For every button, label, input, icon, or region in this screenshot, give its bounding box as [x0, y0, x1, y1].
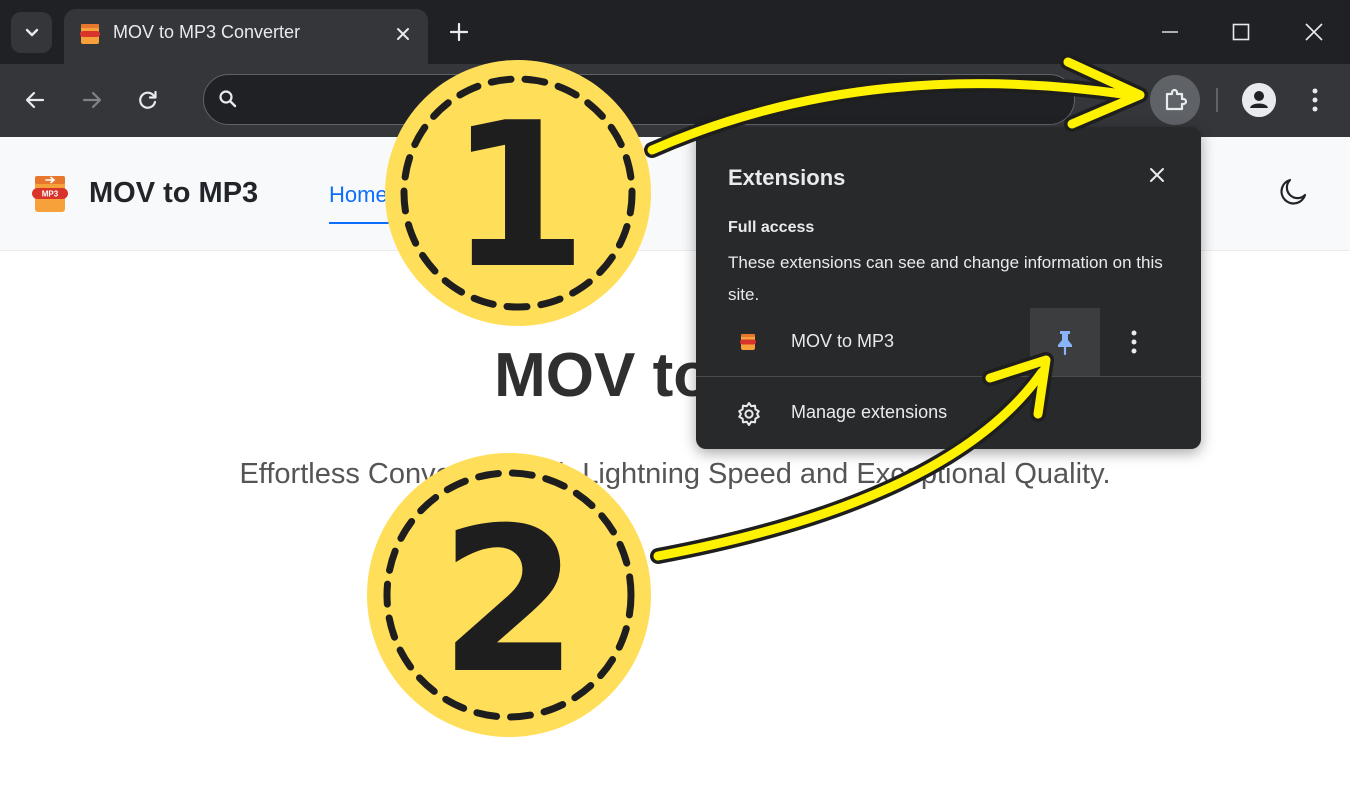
extension-item-menu-button[interactable]: [1120, 325, 1148, 359]
reload-icon: [139, 90, 157, 109]
tab-search-button[interactable]: [11, 12, 52, 53]
search-icon: [219, 90, 237, 108]
profile-icon: [1242, 83, 1276, 117]
full-access-heading: Full access: [728, 219, 815, 236]
close-icon: [1150, 168, 1164, 182]
plus-icon: [450, 23, 468, 41]
tab-title: MOV to MP3 Converter: [113, 22, 301, 42]
extensions-button[interactable]: [1150, 75, 1200, 125]
close-window-icon: [1305, 23, 1323, 41]
hero-subtitle: Effortless Conversion with Lightning Spe…: [239, 458, 1111, 490]
svg-text:MP3: MP3: [42, 190, 59, 199]
gear-icon: [738, 402, 760, 426]
mp3-logo-icon: MP3: [32, 176, 68, 212]
reload-button[interactable]: [128, 80, 168, 120]
close-window-button[interactable]: [1296, 14, 1332, 50]
back-arrow-icon: [25, 91, 45, 109]
step-2-badge: 2: [367, 453, 651, 737]
new-tab-button[interactable]: [444, 17, 474, 47]
toolbar-separator: [1216, 88, 1218, 112]
extensions-popup: Extensions Full access These extensions …: [696, 127, 1201, 449]
full-access-description: These extensions can see and change info…: [728, 253, 1163, 304]
close-icon: [397, 28, 409, 40]
kebab-menu-icon: [1131, 330, 1137, 354]
manage-extensions-item[interactable]: Manage extensions: [696, 377, 1201, 449]
theme-toggle-button[interactable]: [1276, 175, 1310, 209]
address-input[interactable]: [250, 84, 1054, 118]
tab-search-icon: [25, 28, 38, 36]
mp3-logo-icon: [80, 24, 100, 44]
tab-strip: MOV to MP3 Converter: [0, 0, 1350, 64]
maximize-icon: [1232, 23, 1250, 41]
address-bar[interactable]: [203, 74, 1075, 125]
profile-button[interactable]: [1242, 83, 1276, 117]
pin-icon: [1058, 331, 1072, 355]
tab-close-button[interactable]: [390, 21, 416, 47]
forward-button[interactable]: [72, 80, 112, 120]
moon-icon: [1280, 178, 1307, 205]
kebab-menu-icon: [1312, 88, 1318, 112]
extension-name: MOV to MP3: [791, 331, 895, 351]
extension-item[interactable]: MOV to MP3: [696, 308, 1201, 376]
pin-extension-button[interactable]: [1030, 308, 1100, 376]
step-2-number: 2: [439, 485, 578, 718]
mp3-logo-icon: [740, 334, 756, 350]
back-button[interactable]: [15, 80, 55, 120]
active-tab[interactable]: MOV to MP3 Converter: [64, 9, 428, 64]
extensions-popup-close-button[interactable]: [1142, 160, 1172, 190]
forward-arrow-icon: [82, 91, 102, 109]
browser-menu-button[interactable]: [1300, 82, 1330, 118]
minimize-icon: [1162, 31, 1178, 33]
extensions-popup-title: Extensions: [728, 165, 846, 190]
manage-extensions-label: Manage extensions: [791, 402, 948, 422]
minimize-button[interactable]: [1152, 14, 1188, 50]
puzzle-icon: [1165, 88, 1188, 111]
maximize-button[interactable]: [1223, 14, 1259, 50]
site-name[interactable]: MOV to MP3: [89, 177, 258, 210]
nav-link-home[interactable]: Home: [329, 182, 391, 224]
